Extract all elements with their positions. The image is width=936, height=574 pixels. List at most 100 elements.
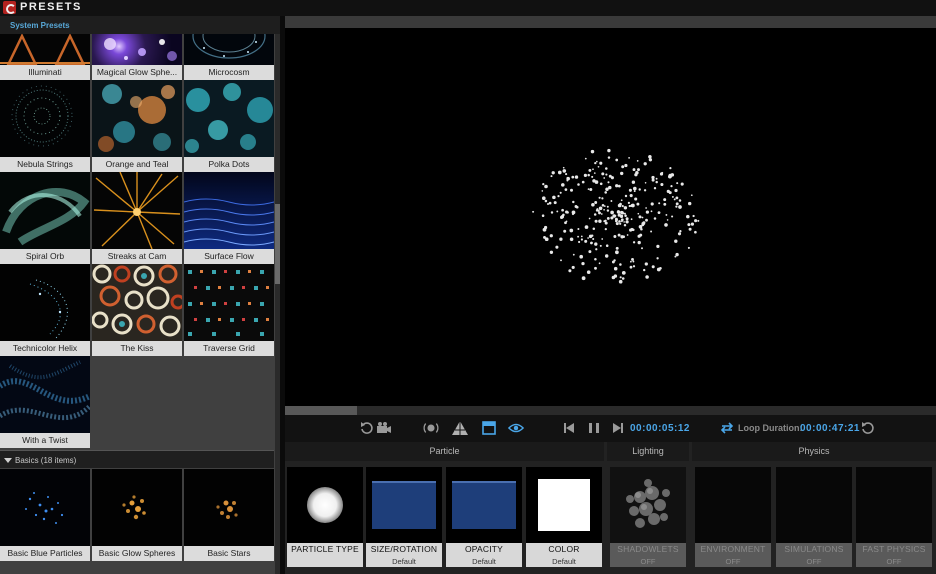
particle-dot xyxy=(645,275,649,279)
preset-thumbnail xyxy=(92,264,182,341)
particle-dot xyxy=(675,202,679,206)
particle-dot xyxy=(551,171,555,175)
skip-to-end-icon[interactable] xyxy=(610,420,626,436)
preset-scrollbar[interactable] xyxy=(275,34,280,574)
particle-dot xyxy=(657,211,661,215)
particle-dot xyxy=(643,268,646,272)
particle-dot xyxy=(640,227,643,231)
prop-opacity[interactable]: OPACITY Default xyxy=(446,467,522,574)
preset-label: Basic Glow Spheres xyxy=(92,546,182,561)
basics-group-header[interactable]: Basics (18 items) xyxy=(0,450,274,468)
particle-dot xyxy=(639,233,643,237)
particle-dot xyxy=(623,221,625,223)
prop-simulations[interactable]: SIMULATIONS OFF xyxy=(776,467,852,574)
particle-dot xyxy=(557,195,560,198)
prop-color[interactable]: COLOR Default xyxy=(526,467,602,574)
particle-dot xyxy=(655,177,658,180)
reset-loop-icon[interactable] xyxy=(860,420,876,436)
particle-dot xyxy=(688,227,692,231)
preset-label: Polka Dots xyxy=(184,157,274,172)
preset-tile-basic-blue-particles[interactable]: Basic Blue Particles xyxy=(0,469,90,561)
pause-icon[interactable] xyxy=(586,420,602,436)
particle-dot xyxy=(629,194,633,198)
particle-dot xyxy=(606,216,610,220)
particle-dot xyxy=(600,213,603,215)
grid-floor-icon[interactable] xyxy=(452,420,468,436)
particle-dot xyxy=(595,248,598,251)
particle-dot xyxy=(687,223,691,227)
preset-tile-the-kiss[interactable]: The Kiss xyxy=(92,264,182,356)
prop-environment[interactable]: ENVIRONMENT OFF xyxy=(695,467,771,574)
preview-viewport[interactable] xyxy=(285,16,936,406)
particle-dot xyxy=(598,262,601,265)
preset-thumbnail xyxy=(0,172,90,249)
particle-dot xyxy=(599,244,602,247)
particle-dot xyxy=(690,222,694,226)
particle-dot xyxy=(673,198,676,201)
prop-shadowlets[interactable]: SHADOWLETS OFF xyxy=(610,467,686,574)
app-logo-icon[interactable] xyxy=(3,1,16,14)
particle-dot xyxy=(566,211,569,214)
preset-tile-polka-dots[interactable]: Polka Dots xyxy=(184,80,274,172)
preset-tile-spiral-orb[interactable]: Spiral Orb xyxy=(0,172,90,264)
particle-dot xyxy=(569,228,574,233)
particle-dot xyxy=(541,196,546,201)
frame-view-icon[interactable] xyxy=(481,420,497,436)
timeline-scrubber[interactable] xyxy=(285,406,936,415)
particle-dot xyxy=(561,183,565,187)
particle-dot xyxy=(604,191,607,194)
particle-dot xyxy=(532,210,535,213)
prop-label: ENVIRONMENT xyxy=(695,543,771,556)
skip-to-start-icon[interactable] xyxy=(561,420,577,436)
camera-icon[interactable] xyxy=(376,420,392,436)
preset-tile-basic-stars[interactable]: Basic Stars xyxy=(184,469,274,561)
loop-icon[interactable] xyxy=(719,420,735,436)
basics-group-label: Basics (18 items) xyxy=(15,456,77,465)
particle-dot xyxy=(580,238,583,241)
preset-tile-surface-flow[interactable]: Surface Flow xyxy=(184,172,274,264)
loop-duration-timecode[interactable]: 00:00:47:21 xyxy=(800,423,860,434)
prop-size-rotation[interactable]: SIZE/ROTATION Default xyxy=(366,467,442,574)
visibility-eye-icon[interactable] xyxy=(508,420,524,436)
particle-dot xyxy=(637,240,641,245)
preset-tile-streaks-at-cam[interactable]: Streaks at Cam xyxy=(92,172,182,264)
particle-dot xyxy=(563,229,567,233)
loop-duration-label: Loop Duration: xyxy=(738,423,803,433)
prop-label: SIMULATIONS xyxy=(776,543,852,556)
particle-dot xyxy=(615,219,618,223)
prop-particle-type[interactable]: PARTICLE TYPE xyxy=(287,467,363,574)
particle-dot xyxy=(674,255,677,258)
reset-view-icon[interactable] xyxy=(359,420,375,436)
timeline-progress xyxy=(285,406,357,415)
particle-dot xyxy=(641,247,643,250)
preset-tile-traverse-grid[interactable]: Traverse Grid xyxy=(184,264,274,356)
environment-preview xyxy=(695,467,771,543)
particle-dot xyxy=(592,237,595,241)
preset-tile-magical-glow-spheres[interactable]: Magical Glow Sphe... xyxy=(92,34,182,80)
preset-tile-basic-glow-spheres[interactable]: Basic Glow Spheres xyxy=(92,469,182,561)
preset-tile-technicolor-helix[interactable]: Technicolor Helix xyxy=(0,264,90,356)
preset-tile-with-a-twist[interactable]: With a Twist xyxy=(0,356,90,448)
particle-dot xyxy=(619,263,622,266)
particle-dot xyxy=(552,195,556,200)
prop-fast-physics[interactable]: FAST PHYSICS OFF xyxy=(856,467,932,574)
emitter-icon[interactable] xyxy=(423,420,439,436)
particle-dot xyxy=(577,235,580,238)
preset-tile-nebula-strings[interactable]: Nebula Strings xyxy=(0,80,90,172)
preset-tile-microcosm[interactable]: Microcosm xyxy=(184,34,274,80)
scrollbar-thumb[interactable] xyxy=(275,204,280,284)
particle-dot xyxy=(584,157,587,160)
particle-dot xyxy=(542,227,547,232)
group-title-particle: Particle xyxy=(285,442,604,461)
preset-label: Streaks at Cam xyxy=(92,249,182,264)
particle-dot xyxy=(549,250,554,254)
prop-sublabel: Default xyxy=(446,556,522,567)
preset-thumbnail xyxy=(92,469,182,546)
particle-dot xyxy=(643,162,647,166)
preset-label: Traverse Grid xyxy=(184,341,274,356)
preset-tile-illuminati[interactable]: Illuminati xyxy=(0,34,90,80)
preset-tile-orange-and-teal[interactable]: Orange and Teal xyxy=(92,80,182,172)
particle-dot xyxy=(550,211,554,214)
particle-dot xyxy=(620,171,624,176)
particle-dot xyxy=(557,170,562,175)
